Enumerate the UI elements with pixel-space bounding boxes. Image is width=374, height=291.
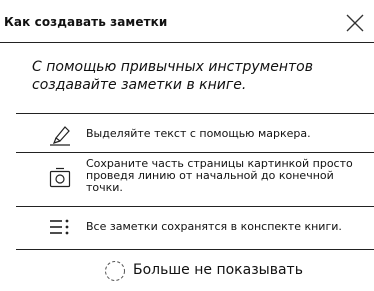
marker-icon <box>50 126 70 146</box>
dont-show-again-toggle[interactable]: Больше не показывать <box>0 256 374 286</box>
tip-screenshot: Сохраните часть страницы картинкой прост… <box>0 155 374 203</box>
radio-unchecked-icon[interactable] <box>104 260 126 282</box>
tip-marker: Выделяйте текст с помощью маркера. <box>0 116 374 152</box>
divider <box>16 152 374 153</box>
intro-text: С помощью привычных инструментов создава… <box>32 59 313 93</box>
tip-marker-text: Выделяйте текст с помощью маркера. <box>86 127 311 140</box>
close-icon[interactable] <box>344 12 366 34</box>
tip-notes-text: Все заметки сохранятся в конспекте книги… <box>86 220 342 233</box>
tip-screenshot-text: Сохраните часть страницы картинкой прост… <box>86 157 353 194</box>
notes-help-dialog: Как создавать заметки С помощью привычны… <box>0 0 374 291</box>
notes-list-icon <box>50 219 69 235</box>
divider <box>16 249 374 250</box>
dont-show-again-label: Больше не показывать <box>133 262 303 278</box>
tip-notes: Все заметки сохранятся в конспекте книги… <box>0 209 374 245</box>
divider <box>16 206 374 207</box>
divider <box>16 113 374 114</box>
dialog-title: Как создавать заметки <box>4 15 168 29</box>
camera-icon <box>49 167 71 188</box>
dialog-header: Как создавать заметки <box>0 0 374 43</box>
